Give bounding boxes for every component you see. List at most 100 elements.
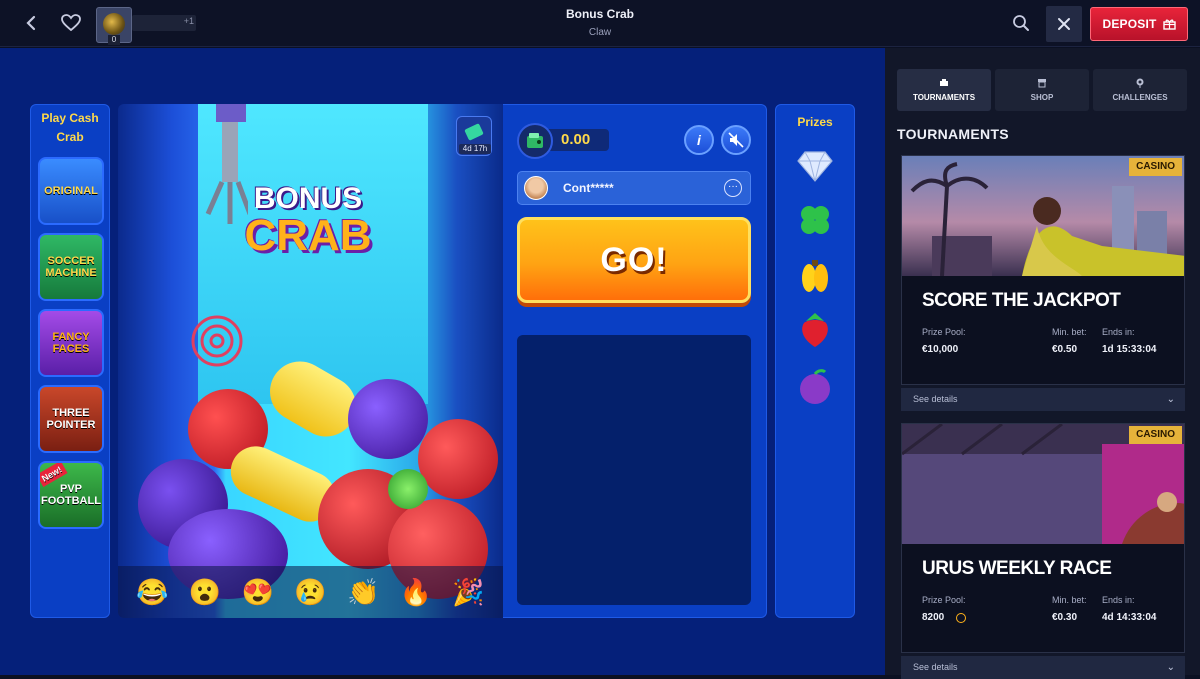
game-tile-original[interactable]: ORIGINAL [38,157,104,225]
emoji-clap[interactable]: 👏 [346,575,380,609]
strawberry-icon [796,311,834,349]
player-avatar [524,176,548,200]
diamond-icon [796,147,834,185]
wallet-icon [517,123,553,159]
prize-pool-label: Prize Pool: [922,595,966,605]
plum-icon [796,367,834,405]
emoji-sad[interactable]: 😢 [293,575,327,609]
claw-machine-view: BONUS CRAB 4d 17h 😂 😮 😍 😢 👏 🔥 🎉 [118,104,503,618]
prize-pool-value: 8200 [922,612,945,623]
ends-label: Ends in: [1102,327,1135,337]
prize-pool-value: €10,000 [922,344,959,355]
emoji-laugh[interactable]: 😂 [135,575,169,609]
gift-icon [1162,19,1176,30]
tab-tournaments[interactable]: TOURNAMENTS [897,69,991,111]
tournament-title: URUS WEEKLY RACE [922,558,1112,579]
ends-label: Ends in: [1102,595,1135,605]
tab-shop[interactable]: SHOP [995,69,1089,111]
see-details-label: See details [913,394,958,404]
go-button[interactable]: GO! [517,217,751,303]
sidebar: TOURNAMENTS SHOP CHALLENGES TOURNAMENTS [885,48,1200,679]
xp-plus: +1 [183,16,194,26]
coin-icon [956,613,966,623]
prize-pool-label: Prize Pool: [922,327,966,337]
go-label: GO! [600,240,668,279]
close-button[interactable] [1046,6,1082,42]
game-list-panel: Play Cash Crab ORIGINAL SOCCER MACHINE F… [30,104,110,618]
game-tile-fancy-faces[interactable]: FANCY FACES [38,309,104,377]
tournament-card[interactable]: CASINO SCORE THE JACKPOT Prize Pool: €10… [901,155,1185,385]
tab-label: TOURNAMENTS [912,93,976,102]
shop-icon [1038,79,1046,88]
avatar-image [103,13,125,35]
min-bet-label: Min. bet: [1052,327,1087,337]
game-tile-pvp-football[interactable]: PVP FOOTBALL New! [38,461,104,529]
see-details-button[interactable]: See details ⌄ [901,656,1185,679]
timer-label: 4d 17h [459,144,491,154]
deposit-button[interactable]: DEPOSIT [1090,7,1188,41]
title-block: Bonus Crab Claw [450,7,750,38]
player-more-button[interactable]: ··· [724,179,742,197]
tournament-card[interactable]: CASINO URUS WEEKLY RACE Prize Pool: 8200… [901,423,1185,653]
sidebar-tabs: TOURNAMENTS SHOP CHALLENGES [897,69,1187,111]
heart-icon[interactable] [58,10,84,36]
banana-icon [796,257,834,295]
logo-word-crab: CRAB [244,211,372,260]
game-tile-label: SOCCER MACHINE [45,255,97,279]
chat-box [517,335,751,605]
clover-icon [796,201,834,239]
target-icon [1136,78,1144,88]
deposit-label: DEPOSIT [1102,17,1157,31]
back-arrow-icon[interactable] [18,10,44,36]
game-tile-label: THREE POINTER [46,407,96,431]
game-tile-label: PVP FOOTBALL [41,483,101,507]
user-avatar[interactable]: 0 [96,7,132,45]
bonus-crab-logo: BONUS CRAB [233,184,383,258]
game-list-title-line2: Crab [56,130,84,144]
mute-button[interactable] [721,125,751,155]
close-icon [1058,18,1070,30]
tab-challenges[interactable]: CHALLENGES [1093,69,1187,111]
trophy-icon [940,79,948,86]
emoji-reaction-bar: 😂 😮 😍 😢 👏 🔥 🎉 [118,566,503,618]
game-tile-soccer-machine[interactable]: SOCCER MACHINE [38,233,104,301]
chevron-down-icon: ⌄ [1166,662,1175,673]
emoji-party[interactable]: 🎉 [452,575,486,609]
min-bet-label: Min. bet: [1052,595,1087,605]
player-name: Cont***** [563,181,614,195]
ticket-icon [464,123,484,141]
game-list-title-line1: Play Cash [41,111,99,125]
min-bet-value: €0.50 [1052,344,1078,355]
game-tile-label: FANCY FACES [52,331,90,355]
top-bar: 0 +1 Bonus Crab Claw DEPOSIT [0,0,1200,47]
game-tile-three-pointer[interactable]: THREE POINTER [38,385,104,453]
fruit-pile [128,350,498,599]
section-title: TOURNAMENTS [897,126,1009,142]
emoji-surprised[interactable]: 😮 [188,575,222,609]
emoji-heart-eyes[interactable]: 😍 [241,575,275,609]
see-details-button[interactable]: See details ⌄ [901,388,1185,411]
tab-label: SHOP [1030,93,1054,102]
casino-badge: CASINO [1129,426,1182,444]
search-icon[interactable] [1008,10,1034,36]
current-player-row: Cont***** ··· [517,171,751,205]
page-subtitle: Claw [588,27,612,38]
speaker-muted-icon [728,132,744,148]
balance-display: 0.00 [517,123,609,159]
chevron-down-icon: ⌄ [1166,394,1175,405]
min-bet-value: €0.30 [1052,612,1078,623]
ends-value: 4d 14:33:04 [1102,612,1157,623]
casino-badge: CASINO [1129,158,1182,176]
tab-label: CHALLENGES [1112,93,1168,102]
xp-progress-bar: +1 [132,15,196,31]
avatar-level: 0 [108,35,120,45]
page-title: Bonus Crab [565,7,634,21]
ends-value: 1d 15:33:04 [1102,344,1157,355]
timer-badge[interactable]: 4d 17h [456,116,492,156]
prizes-title: Prizes [797,115,833,129]
prizes-panel: Prizes [775,104,855,618]
tournament-title: SCORE THE JACKPOT [922,290,1121,311]
info-button[interactable]: i [684,125,714,155]
emoji-fire[interactable]: 🔥 [399,575,433,609]
game-list-title: Play Cash Crab [31,109,109,147]
